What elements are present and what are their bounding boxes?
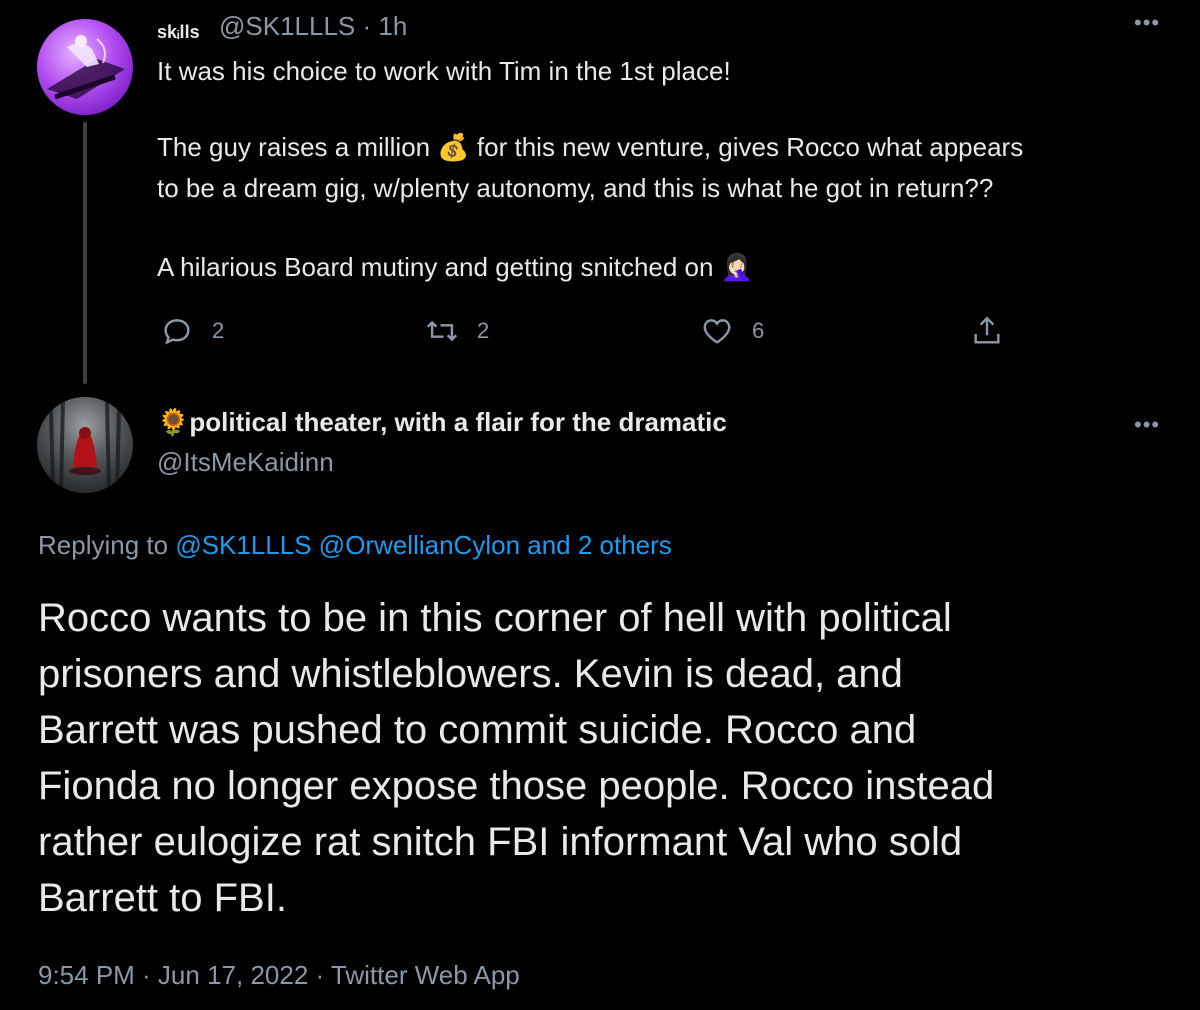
tweet-text-line: A hilarious Board mutiny and getting sni… xyxy=(157,252,754,282)
tweet-text-line: to be a dream gig, w/plenty autonomy, an… xyxy=(157,173,994,203)
retweet-button[interactable]: 2 xyxy=(425,314,489,348)
reply-count: 2 xyxy=(212,318,225,343)
tweet-body-line: Fionda no longer expose those people. Ro… xyxy=(38,764,995,808)
avatar[interactable] xyxy=(37,397,133,493)
retweet-count: 2 xyxy=(477,318,490,343)
tweet-body-line: Barrett to FBI. xyxy=(38,876,287,920)
tweet-body-line: Barrett was pushed to commit suicide. Ro… xyxy=(38,708,917,752)
heart-icon xyxy=(703,319,731,344)
tweet-body-line: Rocco wants to be in this corner of hell… xyxy=(38,596,952,640)
author-handle[interactable]: @ItsMeKaidinn xyxy=(157,444,334,480)
share-button[interactable] xyxy=(970,314,1004,348)
tweet-body-line: prisoners and whistleblowers. Kevin is d… xyxy=(38,652,903,696)
author-handle-time[interactable]: @SK1LLLS · 1h xyxy=(219,8,407,44)
tweet-body: Rocco wants to be in this corner of hell… xyxy=(38,590,1168,926)
tweet-time[interactable]: · 1h xyxy=(363,11,408,41)
tweet-timestamp[interactable]: 9:54 PM · Jun 17, 2022 · Twitter Web App xyxy=(38,957,520,993)
like-button[interactable]: 6 xyxy=(700,314,764,348)
thread-connector-line xyxy=(83,122,87,384)
replying-to: Replying to @SK1LLLS @OrwellianCylon and… xyxy=(38,527,672,563)
like-count: 6 xyxy=(752,318,765,343)
avatar[interactable] xyxy=(37,19,133,115)
author-handle[interactable]: @SK1LLLS xyxy=(219,11,355,41)
tweet-body-line: rather eulogize rat snitch FBI informant… xyxy=(38,820,963,864)
author-display-name[interactable]: 🌻political theater, with a flair for the… xyxy=(157,404,727,440)
share-icon xyxy=(974,316,1000,344)
author-display-name[interactable]: skᵢlls xyxy=(157,18,200,46)
tweet-text-line: The guy raises a million 💰 for this new … xyxy=(157,132,1024,162)
replying-prefix: Replying to xyxy=(38,530,169,560)
retweet-icon xyxy=(426,320,458,342)
tweet-text-line: It was his choice to work with Tim in th… xyxy=(157,56,731,86)
ellipsis-icon[interactable]: ••• xyxy=(1134,10,1160,36)
reply-button[interactable]: 2 xyxy=(160,314,224,348)
replying-links[interactable]: @SK1LLLS @OrwellianCylon and 2 others xyxy=(175,530,672,560)
ellipsis-icon[interactable]: ••• xyxy=(1134,412,1160,438)
reply-icon xyxy=(164,319,190,345)
